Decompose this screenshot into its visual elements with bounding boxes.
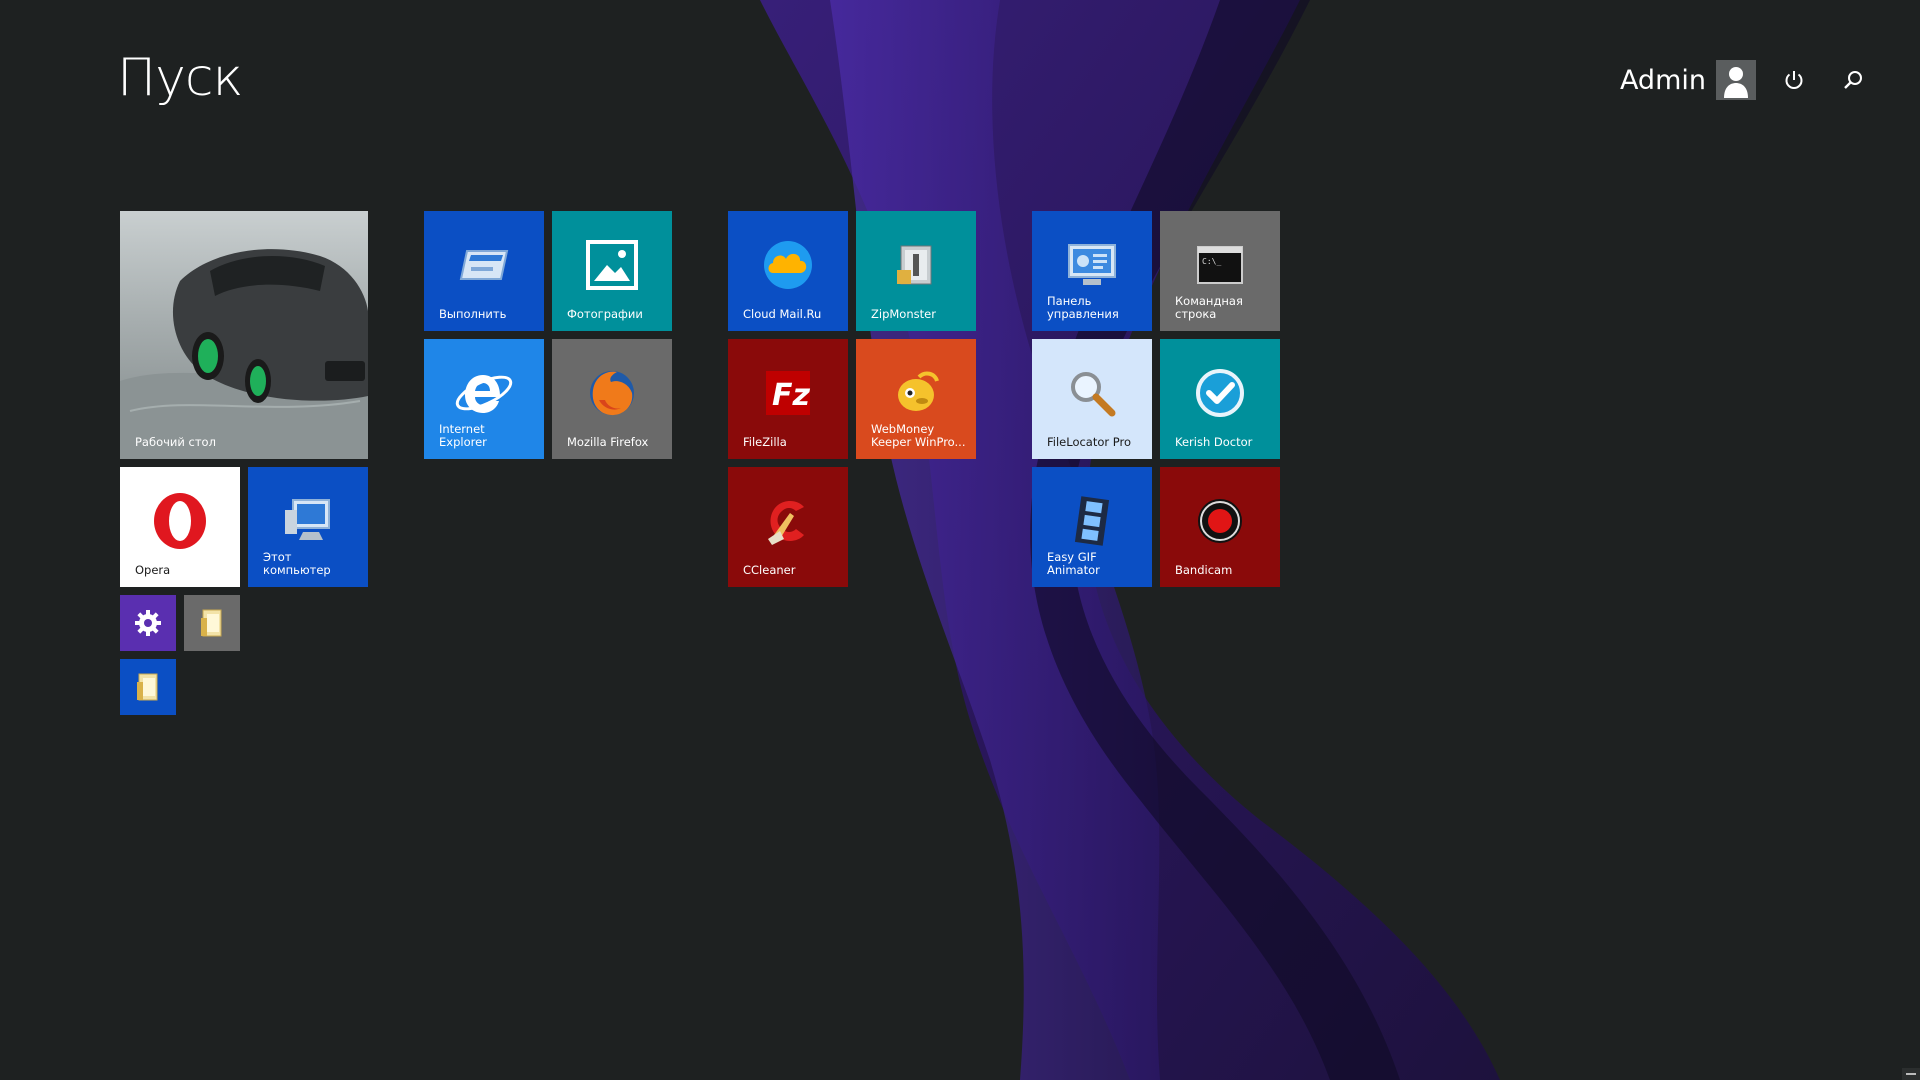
tile-run[interactable]: Выполнить bbox=[424, 211, 544, 331]
tile-this-pc[interactable]: Этот компьютер bbox=[248, 467, 368, 587]
tile-label: Kerish Doctor bbox=[1175, 435, 1253, 449]
tile-label: Этот компьютер bbox=[263, 550, 331, 577]
tile-label: Cloud Mail.Ru bbox=[743, 307, 822, 321]
ccleaner-icon bbox=[768, 501, 804, 545]
search-button[interactable] bbox=[1835, 62, 1871, 98]
webmoney-icon bbox=[898, 371, 939, 411]
tile-label: Opera bbox=[135, 563, 171, 577]
control-panel-icon bbox=[1068, 244, 1116, 285]
folder-icon bbox=[137, 673, 158, 701]
zipmonster-icon bbox=[897, 245, 932, 285]
tile-easy-gif-animator[interactable]: Easy GIF Animator bbox=[1032, 467, 1152, 587]
tile-bandicam[interactable]: Bandicam bbox=[1160, 467, 1280, 587]
tile-command-prompt[interactable]: C:\_ Командная строка bbox=[1160, 211, 1280, 331]
tile-label: FileZilla bbox=[743, 435, 787, 449]
gear-icon bbox=[135, 610, 161, 636]
start-title: Пуск bbox=[117, 48, 243, 108]
tile-photos[interactable]: Фотографии bbox=[552, 211, 672, 331]
power-icon bbox=[1785, 71, 1803, 89]
zoom-button[interactable] bbox=[1902, 1068, 1920, 1080]
user-account-button[interactable]: Admin bbox=[1620, 60, 1756, 100]
film-strip-icon bbox=[1074, 496, 1110, 546]
folder-icon bbox=[201, 609, 222, 637]
tile-ccleaner[interactable]: CCleaner bbox=[728, 467, 848, 587]
tile-settings[interactable] bbox=[120, 595, 176, 651]
tile-label: FileLocator Pro bbox=[1047, 435, 1132, 449]
search-icon bbox=[1844, 71, 1862, 89]
car-wallpaper-image bbox=[120, 211, 368, 459]
tile-label: Выполнить bbox=[439, 307, 507, 321]
tile-filelocator[interactable]: FileLocator Pro bbox=[1032, 339, 1152, 459]
tile-desktop[interactable]: Рабочий стол bbox=[120, 211, 368, 459]
power-button[interactable] bbox=[1776, 62, 1812, 98]
opera-icon bbox=[154, 493, 206, 549]
tile-label: Рабочий стол bbox=[135, 435, 216, 449]
tile-label: Bandicam bbox=[1175, 563, 1233, 577]
filezilla-icon: Fz bbox=[766, 371, 810, 415]
svg-text:Fz: Fz bbox=[772, 378, 810, 413]
tile-internet-explorer[interactable]: Internet Explorer bbox=[424, 339, 544, 459]
user-avatar-icon bbox=[1716, 60, 1756, 100]
cloud-icon bbox=[764, 241, 812, 289]
tile-file-explorer-blue[interactable] bbox=[120, 659, 176, 715]
tile-kerish-doctor[interactable]: Kerish Doctor bbox=[1160, 339, 1280, 459]
tile-label: Internet Explorer bbox=[439, 422, 487, 449]
tile-cloud-mail[interactable]: Cloud Mail.Ru bbox=[728, 211, 848, 331]
tile-file-explorer-gray[interactable] bbox=[184, 595, 240, 651]
tile-label: Mozilla Firefox bbox=[567, 435, 649, 449]
tile-zipmonster[interactable]: ZipMonster bbox=[856, 211, 976, 331]
tile-label: WebMoney Keeper WinPro... bbox=[871, 422, 966, 449]
tile-label: CCleaner bbox=[743, 563, 796, 577]
run-icon bbox=[459, 250, 509, 280]
firefox-icon bbox=[590, 371, 634, 416]
record-icon bbox=[1198, 499, 1242, 543]
user-name: Admin bbox=[1619, 64, 1706, 96]
tile-label: Easy GIF Animator bbox=[1047, 550, 1100, 577]
command-prompt-icon: C:\_ bbox=[1197, 246, 1243, 284]
internet-explorer-icon bbox=[455, 375, 513, 413]
tile-label: Командная строка bbox=[1175, 294, 1243, 321]
checkmark-icon bbox=[1196, 369, 1244, 417]
tile-label: ZipMonster bbox=[871, 307, 936, 321]
tile-label: Панель управления bbox=[1047, 294, 1119, 321]
tile-control-panel[interactable]: Панель управления bbox=[1032, 211, 1152, 331]
photos-icon bbox=[586, 240, 638, 290]
svg-text:C:\_: C:\_ bbox=[1202, 257, 1221, 266]
tile-label: Фотографии bbox=[567, 307, 643, 321]
tile-opera[interactable]: Opera bbox=[120, 467, 240, 587]
tile-firefox[interactable]: Mozilla Firefox bbox=[552, 339, 672, 459]
tile-filezilla[interactable]: Fz FileZilla bbox=[728, 339, 848, 459]
magnifier-icon bbox=[1071, 372, 1116, 417]
computer-icon bbox=[285, 499, 330, 540]
tile-webmoney[interactable]: WebMoney Keeper WinPro... bbox=[856, 339, 976, 459]
